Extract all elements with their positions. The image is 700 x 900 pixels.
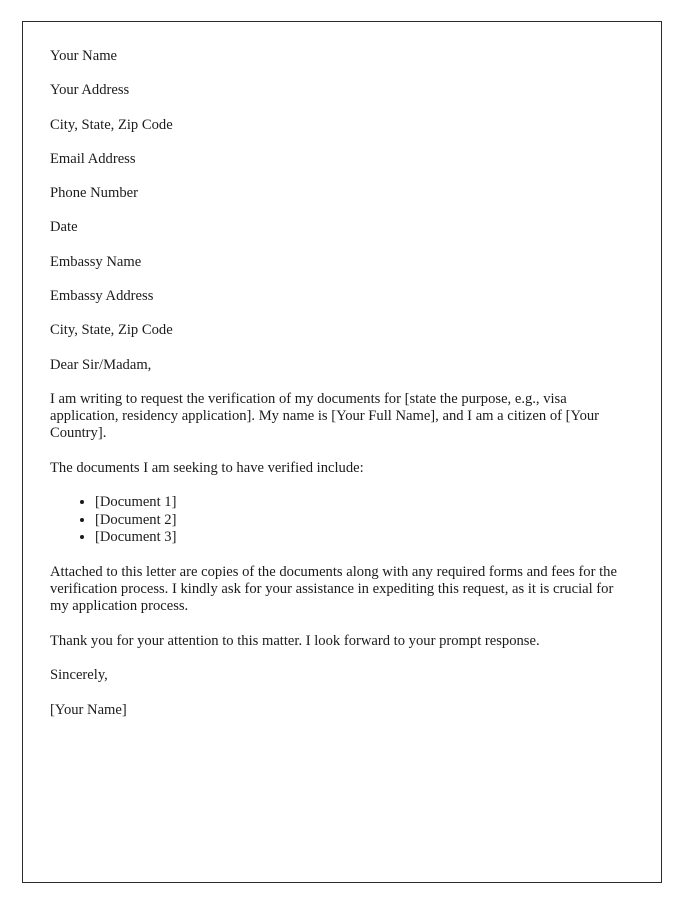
sender-address: Your Address (50, 82, 130, 99)
recipient-city-state-zip: City, State, Zip Code (50, 322, 173, 339)
valediction: Sincerely, (50, 667, 108, 684)
paragraph-list-lead-in: The documents I am seeking to have verif… (50, 459, 364, 476)
letter-page: Your Name Your Address City, State, Zip … (22, 21, 662, 883)
sender-address-block: Your Name Your Address City, State, Zip … (50, 48, 635, 236)
document-list: [Document 1] [Document 2] [Document 3] (50, 494, 635, 546)
sender-name: Your Name (50, 48, 118, 64)
sender-phone: Phone Number (50, 185, 138, 202)
recipient-embassy-address: Embassy Address (50, 288, 154, 305)
paragraph-attachments: Attached to this letter are copies of th… (50, 563, 617, 615)
salutation: Dear Sir/Madam, (50, 356, 152, 373)
sender-email: Email Address (50, 150, 136, 167)
letter-date: Date (50, 219, 78, 236)
recipient-embassy-name: Embassy Name (50, 253, 142, 270)
paragraph-thanks: Thank you for your attention to this mat… (50, 632, 540, 649)
list-item: [Document 3] (95, 529, 635, 546)
recipient-address-block: Embassy Name Embassy Address City, State… (50, 254, 635, 340)
signature-name: [Your Name] (50, 701, 127, 718)
paragraph-intro: I am writing to request the verification… (50, 390, 600, 442)
list-item: [Document 1] (95, 494, 635, 511)
list-item: [Document 2] (95, 512, 635, 529)
sender-city-state-zip: City, State, Zip Code (50, 116, 173, 133)
letter-content: Your Name Your Address City, State, Zip … (23, 22, 661, 719)
